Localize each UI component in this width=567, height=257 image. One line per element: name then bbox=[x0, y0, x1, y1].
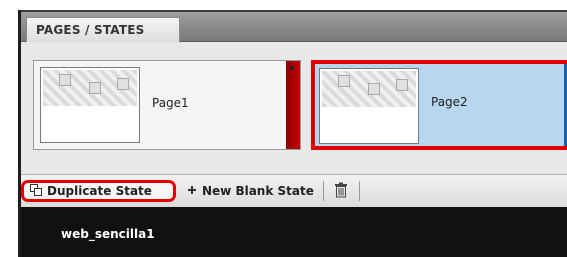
thumbnail-figure bbox=[117, 78, 129, 90]
app-window: PAGES / STATES Page1 Page2 Duplicate Sta… bbox=[0, 0, 567, 257]
pages-states-panel: PAGES / STATES Page1 Page2 Duplicate Sta… bbox=[21, 10, 567, 207]
duplicate-state-button[interactable]: Duplicate State bbox=[21, 180, 176, 202]
states-toolbar: Duplicate State New Blank State bbox=[21, 174, 567, 207]
status-bar: web_sencilla1 bbox=[21, 207, 567, 257]
page-thumbnail bbox=[40, 67, 140, 143]
site-name: web_sencilla1 bbox=[61, 227, 155, 241]
new-blank-state-button[interactable]: New Blank State bbox=[181, 180, 321, 202]
toolbar-divider bbox=[323, 181, 324, 201]
page-accent-bar bbox=[286, 61, 300, 149]
left-margin bbox=[0, 0, 18, 257]
page-label: Page1 bbox=[152, 96, 189, 110]
duplicate-icon bbox=[30, 183, 42, 199]
thumbnail-figure bbox=[89, 82, 101, 94]
delete-state-button[interactable] bbox=[327, 180, 355, 202]
new-blank-state-label: New Blank State bbox=[202, 184, 314, 198]
thumbnail-figure bbox=[59, 74, 71, 86]
tab-pages-states[interactable]: PAGES / STATES bbox=[26, 17, 180, 42]
thumbnail-figure bbox=[396, 79, 408, 91]
page-card-page2[interactable]: Page2 bbox=[311, 60, 567, 150]
plus-icon bbox=[187, 184, 197, 198]
panel-tab-bar: PAGES / STATES bbox=[21, 12, 567, 42]
thumbnail-figure bbox=[368, 83, 380, 95]
page-label: Page2 bbox=[431, 95, 468, 109]
pages-list: Page1 Page2 bbox=[21, 42, 567, 174]
page-card-page1[interactable]: Page1 bbox=[33, 60, 301, 150]
thumbnail-figure bbox=[338, 75, 350, 87]
toolbar-divider bbox=[359, 181, 360, 201]
page-thumbnail bbox=[319, 68, 419, 144]
trash-icon bbox=[334, 182, 348, 201]
duplicate-state-label: Duplicate State bbox=[47, 184, 152, 198]
